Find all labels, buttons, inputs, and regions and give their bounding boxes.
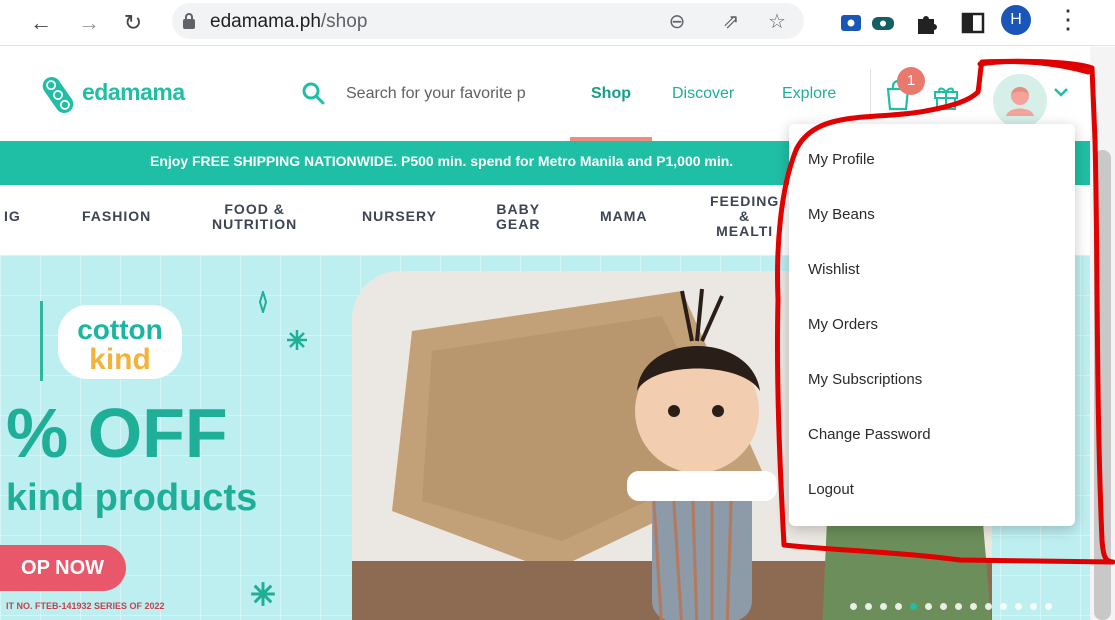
brand-line2: kind xyxy=(89,343,151,376)
carousel-dot[interactable] xyxy=(985,603,992,610)
lock-icon xyxy=(183,13,195,29)
screen-cast-icon[interactable] xyxy=(838,10,864,36)
category-nursery[interactable]: NURSERY xyxy=(362,209,437,224)
url-text: edamama.ph/shop xyxy=(210,11,368,32)
menu-item-my-orders[interactable]: My Orders xyxy=(808,316,878,333)
gift-icon[interactable] xyxy=(932,83,960,111)
promo-text: Enjoy FREE SHIPPING NATIONWIDE. P500 min… xyxy=(150,153,734,169)
sparkle-icon xyxy=(258,291,268,313)
brand-line1: cotton xyxy=(77,314,163,345)
products-headline: kind products xyxy=(6,477,258,519)
category-item[interactable]: IG xyxy=(4,209,21,224)
carousel-dot[interactable] xyxy=(1030,603,1037,610)
carousel-dot[interactable] xyxy=(895,603,902,610)
carousel-dot[interactable] xyxy=(865,603,872,610)
scrollbar-thumb[interactable] xyxy=(1094,150,1111,620)
carousel-dot[interactable] xyxy=(880,603,887,610)
menu-item-my-profile[interactable]: My Profile xyxy=(808,151,875,168)
hero-divider xyxy=(40,301,43,381)
menu-item-my-subscriptions[interactable]: My Subscriptions xyxy=(808,371,922,388)
menu-item-wishlist[interactable]: Wishlist xyxy=(808,261,860,278)
user-avatar[interactable] xyxy=(993,74,1047,128)
puzzle-icon[interactable] xyxy=(914,10,940,36)
menu-item-logout[interactable]: Logout xyxy=(808,481,854,498)
star-icon[interactable]: ☆ xyxy=(764,9,790,35)
carousel-dots[interactable] xyxy=(850,597,1060,615)
category-food-nutrition[interactable]: FOOD & NUTRITION xyxy=(212,202,297,232)
edamame-logo-icon[interactable] xyxy=(38,73,78,117)
carousel-dot[interactable] xyxy=(970,603,977,610)
back-arrow-icon[interactable]: ← xyxy=(26,8,56,38)
zoom-out-icon[interactable]: ⊖ xyxy=(664,9,690,35)
side-panel-icon[interactable] xyxy=(960,10,986,36)
carousel-dot-active[interactable] xyxy=(910,603,917,610)
cottonkind-logo: cotton kind xyxy=(58,305,182,379)
forward-arrow-icon[interactable]: → xyxy=(74,8,104,38)
carousel-dot[interactable] xyxy=(955,603,962,610)
category-baby-gear[interactable]: BABY GEAR xyxy=(496,202,540,232)
extension-icon[interactable] xyxy=(870,10,896,36)
category-fashion[interactable]: FASHION xyxy=(82,209,151,224)
carousel-dot[interactable] xyxy=(925,603,932,610)
search-input[interactable] xyxy=(346,79,561,109)
star-burst-icon xyxy=(251,582,275,606)
logo-text[interactable]: edamama xyxy=(82,79,185,106)
nav-shop[interactable]: Shop xyxy=(591,85,631,103)
cart-count-badge: 1 xyxy=(897,67,925,95)
profile-avatar[interactable]: H xyxy=(1001,5,1031,35)
search-icon[interactable] xyxy=(300,80,326,106)
kebab-menu-icon[interactable]: ⋮ xyxy=(1055,4,1081,36)
carousel-dot[interactable] xyxy=(850,603,857,610)
header-divider xyxy=(870,69,871,115)
permit-text: IT NO. FTEB-141932 SERIES OF 2022 xyxy=(6,601,165,611)
reload-icon[interactable]: ↻ xyxy=(118,8,148,38)
category-mama[interactable]: MAMA xyxy=(600,209,648,224)
shop-now-button[interactable]: OP NOW xyxy=(0,545,126,591)
nav-discover[interactable]: Discover xyxy=(672,85,734,103)
carousel-dot[interactable] xyxy=(1000,603,1007,610)
share-icon[interactable]: ⇗ xyxy=(718,9,744,35)
nav-explore[interactable]: Explore xyxy=(782,85,836,103)
discount-headline: % OFF xyxy=(6,394,228,472)
category-feeding[interactable]: FEEDING & MEALTI xyxy=(710,194,779,239)
carousel-dot[interactable] xyxy=(940,603,947,610)
carousel-dot[interactable] xyxy=(1045,603,1052,610)
browser-toolbar: ← → ↻ edamama.ph/shop ⊖ ⇗ ☆ H ⋮ xyxy=(0,0,1115,46)
star-burst-icon xyxy=(287,330,307,350)
address-bar[interactable]: edamama.ph/shop ⊖ ⇗ ☆ xyxy=(172,3,804,39)
user-dropdown-menu: My Profile My Beans Wishlist My Orders M… xyxy=(789,124,1075,526)
menu-item-my-beans[interactable]: My Beans xyxy=(808,206,875,223)
chevron-down-icon[interactable] xyxy=(1052,83,1070,101)
menu-item-change-password[interactable]: Change Password xyxy=(808,426,931,443)
carousel-dot[interactable] xyxy=(1015,603,1022,610)
